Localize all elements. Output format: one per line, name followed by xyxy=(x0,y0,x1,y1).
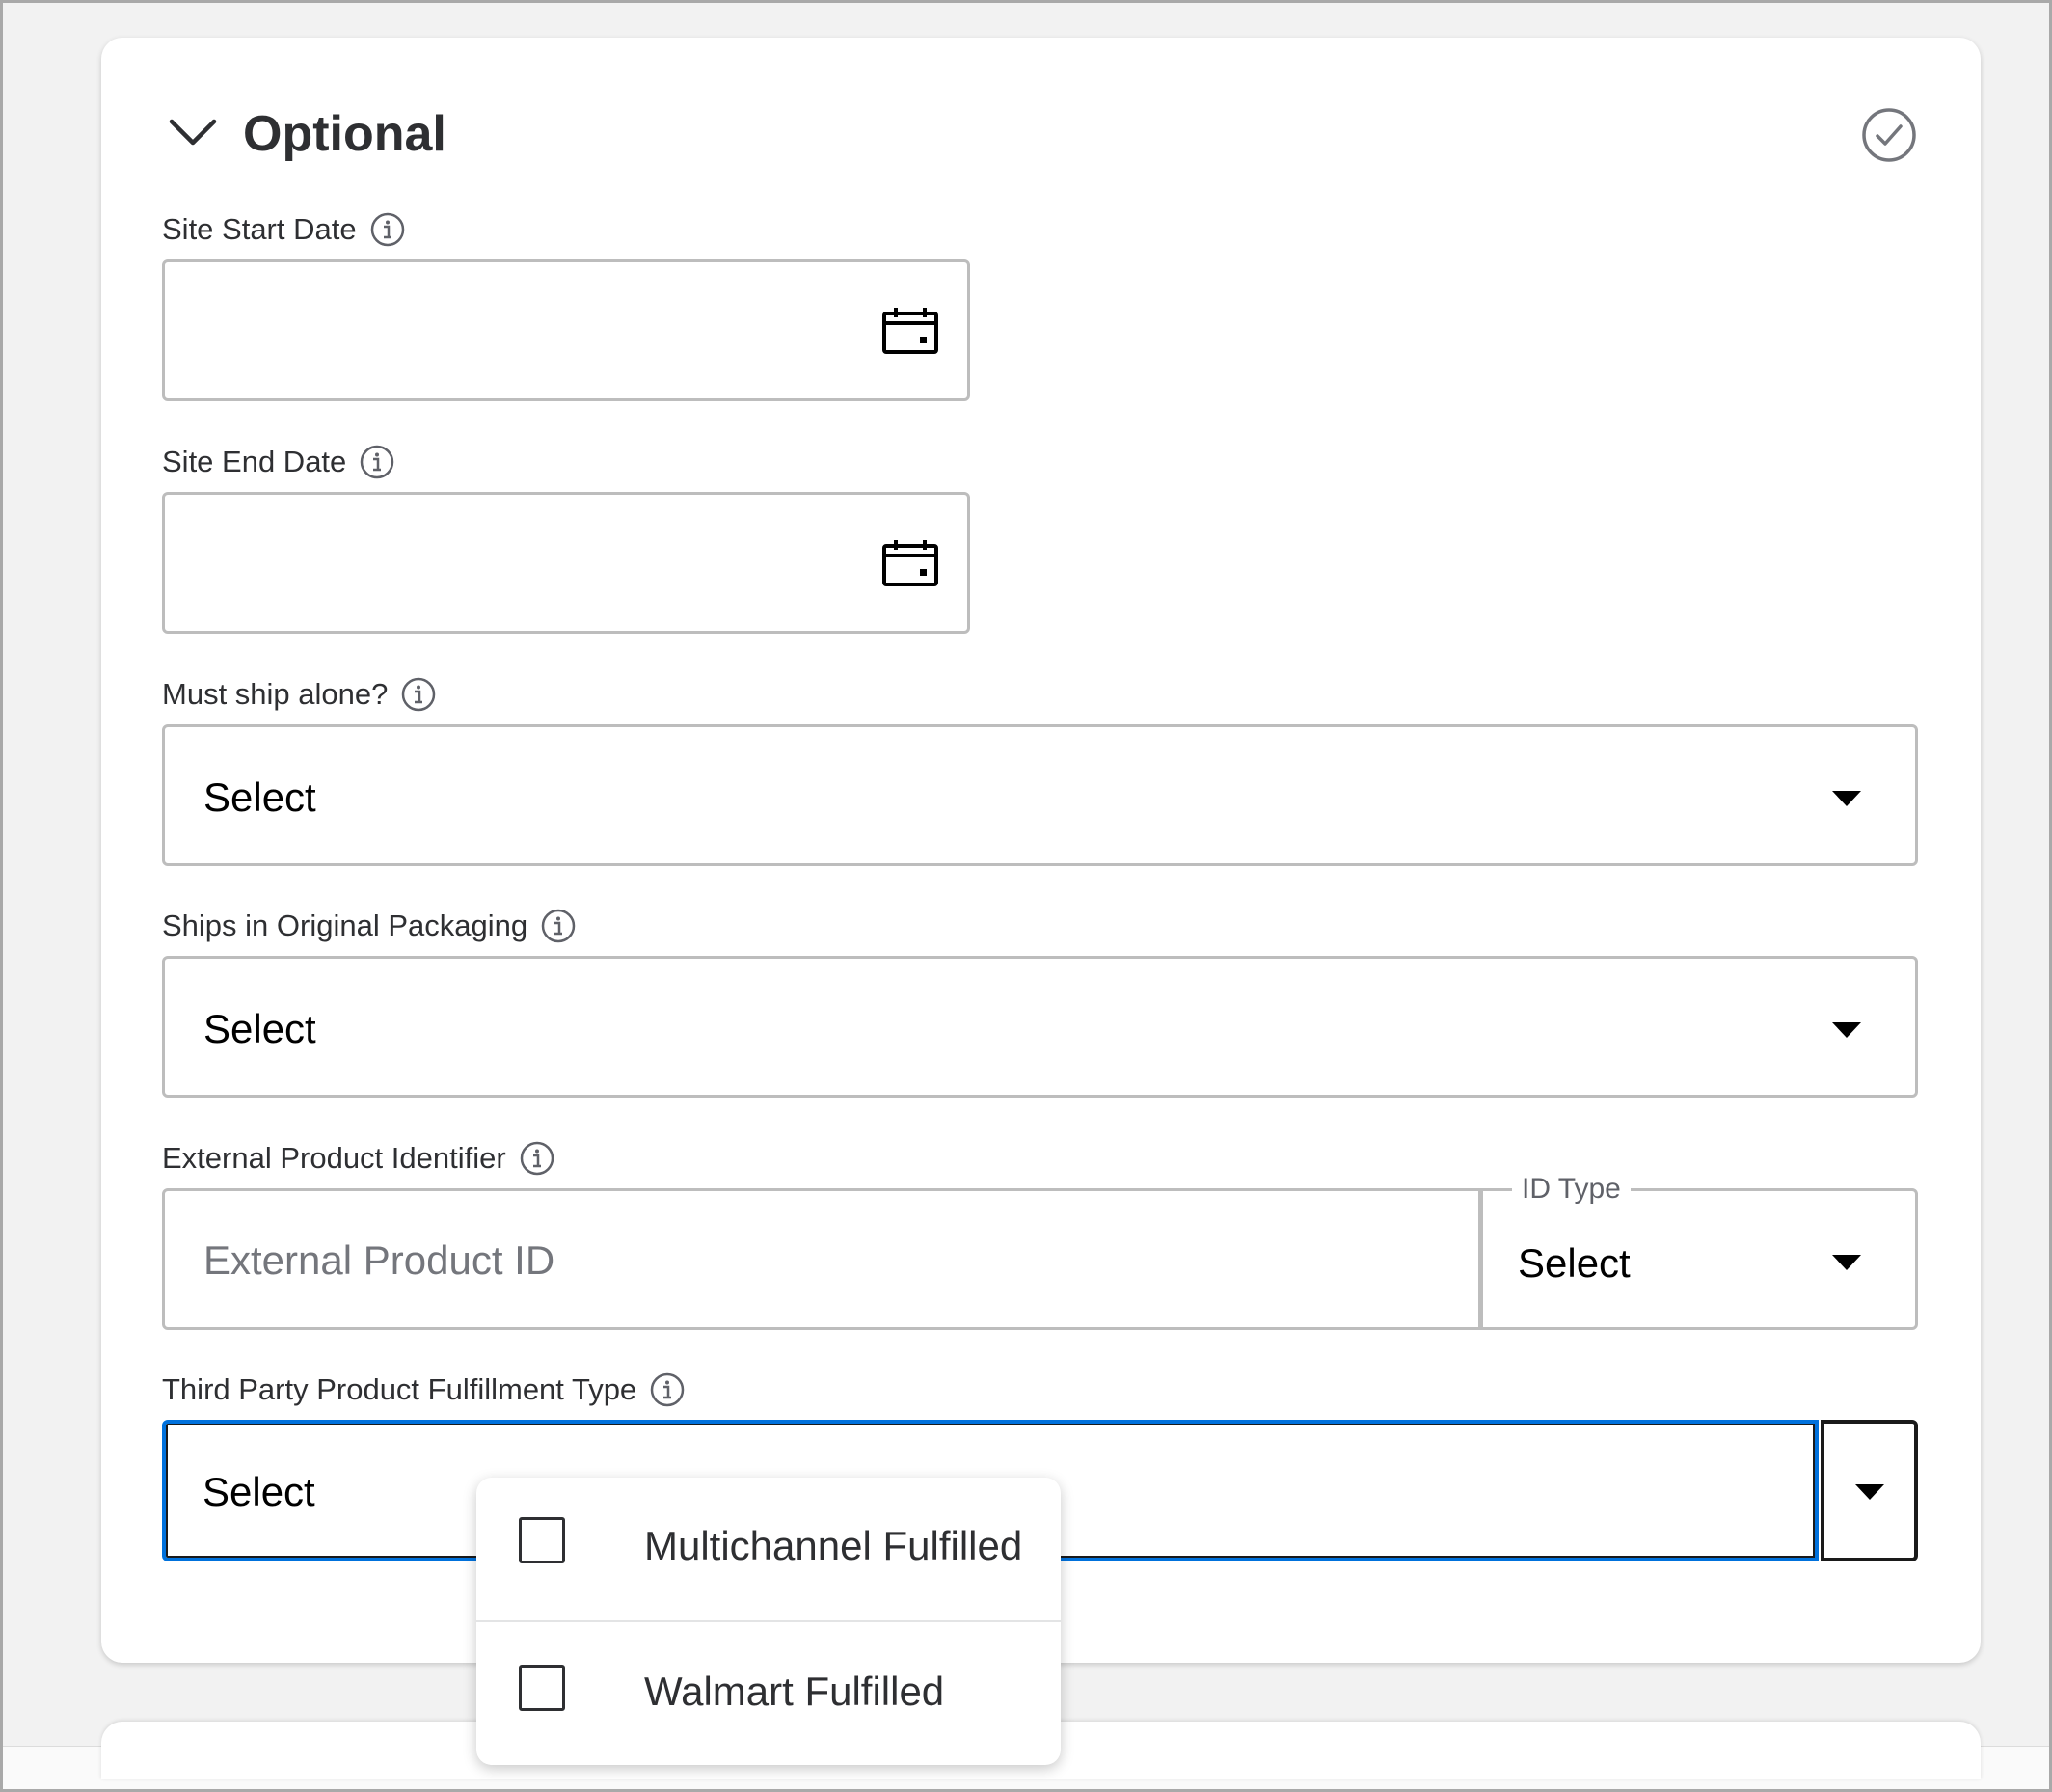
info-icon[interactable] xyxy=(520,1141,554,1176)
third-party-fulfillment-type-label-text: Third Party Product Fulfillment Type xyxy=(162,1372,637,1406)
third-party-fulfillment-type-label: Third Party Product Fulfillment Type xyxy=(162,1371,685,1409)
must-ship-alone-value: Select xyxy=(203,774,316,820)
info-icon[interactable] xyxy=(370,212,405,247)
menu-item-walmart-fulfilled[interactable]: Walmart Fulfilled xyxy=(476,1620,1061,1763)
external-product-identifier-label-text: External Product Identifier xyxy=(162,1141,506,1175)
ships-in-original-packaging-value: Select xyxy=(203,1006,316,1051)
info-icon[interactable] xyxy=(360,445,394,479)
site-start-date-label-text: Site Start Date xyxy=(162,212,357,246)
menu-item-label: Walmart Fulfilled xyxy=(644,1669,945,1714)
id-type-select[interactable]: ID Type Select xyxy=(1480,1170,1918,1330)
site-end-date-label-text: Site End Date xyxy=(162,445,347,478)
menu-item-label: Multichannel Fulfilled xyxy=(644,1523,1023,1568)
info-icon[interactable] xyxy=(541,909,576,943)
check-circle-icon xyxy=(1862,108,1916,162)
must-ship-alone-select[interactable]: Select xyxy=(162,724,1918,866)
checkbox[interactable] xyxy=(519,1517,565,1563)
ships-in-original-packaging-label: Ships in Original Packaging xyxy=(162,907,576,945)
section-title: Optional xyxy=(243,106,446,162)
id-type-value: Select xyxy=(1518,1240,1631,1286)
caret-down-icon xyxy=(1832,1255,1861,1270)
external-product-identifier-label: External Product Identifier xyxy=(162,1139,554,1178)
ships-in-original-packaging-label-text: Ships in Original Packaging xyxy=(162,909,528,942)
must-ship-alone-label: Must ship alone? xyxy=(162,675,436,714)
site-end-date-label: Site End Date xyxy=(162,443,394,481)
fulfillment-type-dropdown-menu: Multichannel Fulfilled Walmart Fulfilled xyxy=(476,1478,1061,1765)
info-icon[interactable] xyxy=(401,677,436,712)
dropdown-toggle-button[interactable] xyxy=(1821,1420,1918,1561)
calendar-icon[interactable] xyxy=(882,308,938,354)
caret-down-icon xyxy=(1832,1022,1861,1038)
caret-down-icon xyxy=(1855,1484,1884,1500)
must-ship-alone-label-text: Must ship alone? xyxy=(162,677,389,711)
chevron-down-icon[interactable] xyxy=(168,114,218,152)
site-start-date-label: Site Start Date xyxy=(162,210,405,249)
third-party-fulfillment-type-value: Select xyxy=(202,1469,315,1514)
caret-down-icon xyxy=(1832,791,1861,806)
ships-in-original-packaging-select[interactable]: Select xyxy=(162,956,1918,1098)
external-product-id-field xyxy=(162,1188,1481,1330)
calendar-icon[interactable] xyxy=(882,540,938,586)
id-type-legend: ID Type xyxy=(1512,1170,1631,1208)
site-start-date-input[interactable] xyxy=(162,259,970,401)
site-end-date-input[interactable] xyxy=(162,492,970,634)
checkbox[interactable] xyxy=(519,1665,565,1711)
external-product-id-input[interactable] xyxy=(203,1234,1361,1288)
menu-item-multichannel-fulfilled[interactable]: Multichannel Fulfilled xyxy=(476,1478,1061,1620)
info-icon[interactable] xyxy=(650,1372,685,1407)
